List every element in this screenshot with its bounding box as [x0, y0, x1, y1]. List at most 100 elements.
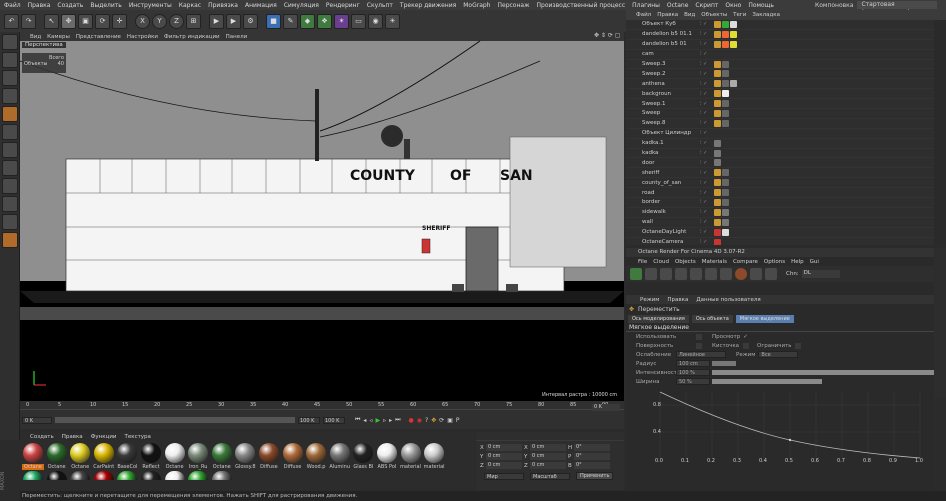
axis-y-icon[interactable]: Y — [152, 13, 167, 29]
axis-mode-icon[interactable] — [2, 160, 18, 176]
material-swatch[interactable]: Octane — [69, 443, 91, 470]
material-swatch[interactable]: Glossy.8 — [234, 443, 256, 470]
model-mode-icon[interactable] — [2, 52, 18, 68]
tag-icon[interactable] — [730, 30, 737, 38]
record-icon[interactable]: ● — [409, 417, 414, 424]
tag-icon[interactable] — [714, 60, 721, 68]
tag-icon[interactable] — [730, 40, 737, 48]
material-ball-icon[interactable] — [164, 443, 185, 463]
use-checkbox[interactable] — [696, 333, 702, 340]
next-frame-icon[interactable]: ▹ — [383, 417, 386, 424]
tag-icon[interactable] — [714, 90, 721, 98]
object-row[interactable]: Sweep.3 ⁝ ✓ — [626, 60, 934, 70]
tag-icon[interactable] — [714, 189, 721, 197]
tag-icon[interactable] — [730, 80, 737, 88]
visibility-dots[interactable]: ⁝ ✓ — [700, 150, 714, 156]
material-swatch[interactable]: Octane — [22, 443, 44, 470]
last-frame-icon[interactable]: ⏭ — [395, 416, 400, 424]
material-swatch[interactable] — [211, 471, 233, 480]
menu-item[interactable]: Выделить — [90, 2, 121, 9]
menu-item[interactable]: Окно — [725, 2, 741, 9]
material-swatch[interactable]: Octane — [46, 443, 68, 470]
octane-material-icon[interactable] — [735, 268, 747, 280]
material-ball-icon[interactable] — [70, 471, 91, 480]
object-row[interactable]: sheriff ⁝ ✓ — [626, 168, 934, 179]
material-ball-icon[interactable] — [400, 443, 421, 463]
visibility-dots[interactable]: ⁝ ✓ — [700, 140, 714, 146]
object-row[interactable]: road ⁝ ✓ — [626, 188, 934, 199]
channel-select[interactable]: DL — [801, 270, 840, 278]
deformer-icon[interactable]: ✶ — [334, 13, 349, 29]
menu-item[interactable]: Производственный процесс — [537, 2, 626, 9]
limit-checkbox[interactable] — [794, 342, 801, 349]
motion-rotate-icon[interactable]: ⟳ — [439, 417, 444, 424]
coord-size-field[interactable]: 0 cm — [530, 444, 566, 451]
start-frame-field[interactable]: 0 K — [22, 416, 52, 424]
attribute-mode-item[interactable]: Режим — [640, 297, 659, 303]
tag-icon[interactable] — [722, 189, 729, 197]
material-swatch[interactable] — [140, 471, 162, 480]
octane-menu-item[interactable]: File — [638, 259, 647, 265]
next-key-icon[interactable]: ▸ — [389, 417, 392, 424]
tag-icon[interactable] — [722, 169, 729, 177]
strength-field[interactable]: 100 % — [676, 369, 710, 376]
material-ball-icon[interactable] — [93, 471, 114, 480]
workplane-icon[interactable] — [2, 88, 18, 104]
viewport-menu-item[interactable]: Фильтр индикации — [164, 34, 220, 40]
material-ball-icon[interactable] — [235, 443, 256, 463]
coord-size-field[interactable]: 0 cm — [530, 462, 566, 469]
tag-icon[interactable] — [722, 60, 729, 68]
menu-item[interactable]: Инструменты — [129, 2, 172, 9]
object-menu-item[interactable]: Закладка — [752, 12, 780, 18]
object-menu-item[interactable]: Правка — [657, 12, 678, 18]
visibility-dots[interactable]: ⁝ ✓ — [700, 219, 714, 225]
tag-icon[interactable] — [722, 40, 729, 48]
object-menu-item[interactable]: Объекты — [701, 12, 727, 18]
object-row[interactable]: kadka.1 ⁝ ✓ — [626, 139, 934, 149]
menu-item[interactable]: Каркас — [179, 2, 201, 9]
material-swatch[interactable]: Diffuse — [282, 443, 304, 470]
render-view-icon[interactable]: ▶ — [209, 13, 224, 29]
material-ball-icon[interactable] — [23, 471, 43, 480]
make-editable-icon[interactable] — [2, 34, 18, 50]
solo-icon[interactable] — [2, 214, 18, 230]
layout-selector[interactable]: Компоновка Стартовая (пользователь) — [815, 0, 938, 16]
polygons-mode-icon[interactable] — [2, 142, 18, 158]
radius-field[interactable]: 100 cm — [676, 360, 710, 367]
object-row[interactable]: Sweep.1 ⁝ ✓ — [626, 99, 934, 110]
preview-checkbox[interactable]: ✓ — [743, 334, 748, 340]
tag-icon[interactable] — [722, 20, 729, 28]
right-side-tabs[interactable] — [934, 248, 946, 398]
visibility-dots[interactable]: ⁝ ✓ — [700, 180, 714, 186]
object-row[interactable]: backgroun ⁝ ✓ — [626, 89, 934, 100]
move-tool-icon[interactable]: ✥ — [61, 13, 76, 29]
tag-icon[interactable] — [714, 228, 721, 236]
first-frame-icon[interactable]: ⏮ — [355, 416, 360, 424]
apply-button[interactable]: Применить — [576, 472, 614, 480]
redo-icon[interactable]: ↷ — [21, 13, 36, 29]
viewport-menu-item[interactable]: Представление — [76, 34, 121, 40]
material-menu-item[interactable]: Создать — [30, 434, 54, 440]
cube-icon[interactable]: ■ — [266, 13, 281, 29]
octane-menu-item[interactable]: Compare — [733, 259, 758, 265]
octane-menu-item[interactable]: Gui — [810, 259, 819, 265]
coord-pos-field[interactable]: 0 cm — [486, 453, 522, 460]
strength-slider[interactable] — [712, 370, 934, 375]
tag-icon[interactable] — [714, 218, 721, 226]
tag-icon[interactable] — [714, 159, 721, 167]
tag-icon[interactable] — [722, 100, 729, 108]
material-ball-icon[interactable] — [188, 443, 209, 463]
menu-item[interactable]: Создать — [57, 2, 83, 9]
tweak-mode-icon[interactable] — [2, 178, 18, 194]
object-row[interactable]: kadka ⁝ ✓ — [626, 149, 934, 159]
visibility-dots[interactable]: ⁝ ✓ — [700, 51, 714, 57]
pen-icon[interactable]: ✎ — [283, 13, 298, 29]
octane-stop-icon[interactable] — [675, 268, 687, 280]
tag-icon[interactable] — [722, 179, 729, 187]
menu-item[interactable]: MoGraph — [463, 2, 490, 9]
object-row[interactable]: anthena ⁝ ✓ — [626, 79, 934, 90]
tag-icon[interactable] — [730, 20, 737, 28]
timeline-range-bar[interactable] — [55, 417, 295, 423]
object-row[interactable]: county_of_san ⁝ ✓ — [626, 178, 934, 189]
visibility-dots[interactable]: ⁝ ✓ — [700, 160, 714, 166]
